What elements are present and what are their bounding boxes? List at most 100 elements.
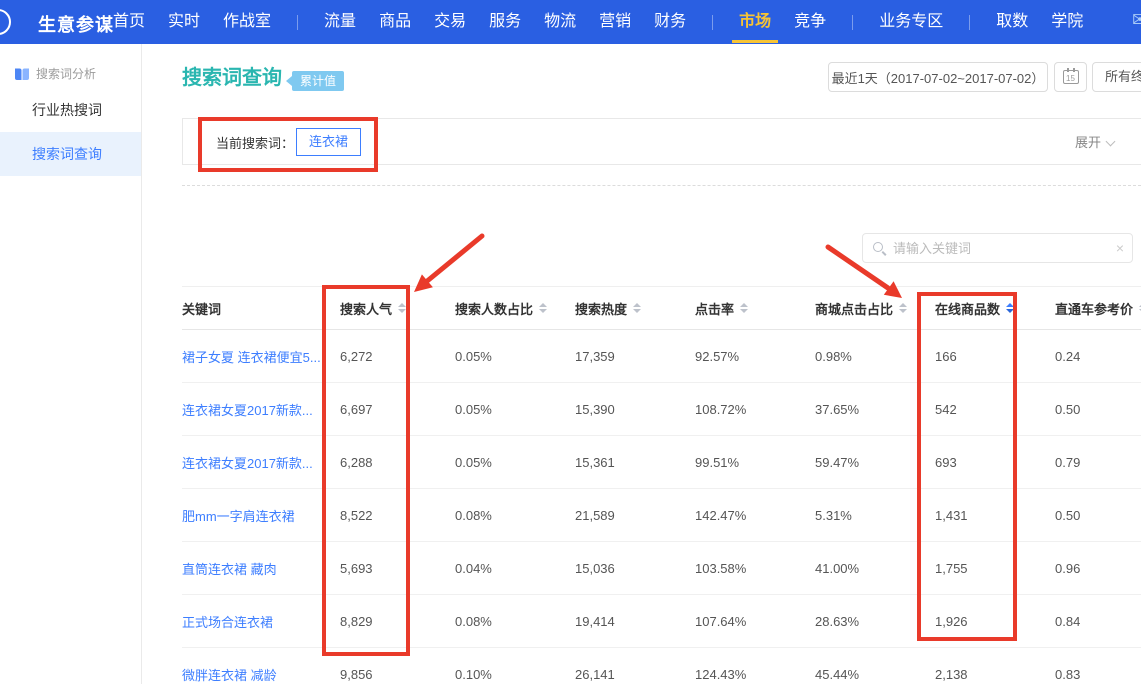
cell-online-products: 166 [935,349,1055,364]
terminal-selector[interactable]: 所有终端 [1092,62,1141,92]
nav-divider [712,15,713,30]
cell-online-products: 693 [935,455,1055,470]
sort-icon [633,303,641,313]
table-header-row: 关键词 搜索人气 搜索人数占比 搜索热度 点击率商城点击占比 在线商品数直通车参考价 [182,286,1141,330]
nav-item-product[interactable]: 商品 [379,0,411,44]
keyword-link[interactable]: 正式场合连衣裙 [182,612,340,631]
nav-divider [969,15,970,30]
search-input[interactable] [893,241,1116,256]
logo-circle-icon [0,9,11,35]
keyword-link[interactable]: 微胖连衣裙 减龄 [182,665,340,684]
keyword-tag[interactable]: 连衣裙 [296,128,361,156]
keyword-link[interactable]: 连衣裙女夏2017新款... [182,453,340,472]
nav-item-trade[interactable]: 交易 [434,0,466,44]
column-header-online-products[interactable]: 在线商品数 [935,299,1055,318]
cell-online-products: 2,138 [935,667,1055,682]
nav-item-academy[interactable]: 学院 [1051,0,1083,44]
current-keyword-panel: 当前搜索词： 连衣裙 [182,118,1141,165]
cell-ctr: 92.57% [695,349,815,364]
cell-search-heat: 15,390 [575,402,695,417]
keyword-link[interactable]: 肥mm一字肩连衣裙 [182,506,340,525]
sort-icon [398,303,406,313]
cell-searcher-ratio: 0.05% [455,402,575,417]
sidebar-section-label: 搜索词分析 [36,65,96,82]
report-book-icon [14,67,30,81]
cell-search-popularity: 6,697 [340,402,455,417]
keyword-link[interactable]: 连衣裙女夏2017新款... [182,400,340,419]
mail-icon[interactable]: ✉ [1132,9,1141,32]
cell-search-popularity: 8,829 [340,614,455,629]
current-keyword-label: 当前搜索词： [216,133,294,152]
table-row: 直筒连衣裙 藏肉5,6930.04%15,036103.58%41.00%1,7… [182,542,1141,595]
cell-search-heat: 21,589 [575,508,695,523]
sidebar-items: 行业热搜词搜索词查询 [0,88,141,176]
sidebar-item-search-word-query[interactable]: 搜索词查询 [0,132,141,176]
cell-online-products: 1,926 [935,614,1055,629]
clear-icon[interactable]: × [1116,240,1124,256]
nav-item-war-room[interactable]: 作战室 [223,0,271,44]
cell-ctr: 107.64% [695,614,815,629]
cell-search-heat: 26,141 [575,667,695,682]
search-terms-table: 关键词 搜索人气 搜索人数占比 搜索热度 点击率商城点击占比 在线商品数直通车参考价 裙子… [182,286,1141,684]
cell-searcher-ratio: 0.04% [455,561,575,576]
cell-mall-click-ratio: 45.44% [815,667,935,682]
cell-mall-click-ratio: 0.98% [815,349,935,364]
nav-item-home[interactable]: 首页 [113,0,145,44]
cell-search-popularity: 9,856 [340,667,455,682]
column-header-searcher-ratio[interactable]: 搜索人数占比 [455,299,575,318]
cell-searcher-ratio: 0.05% [455,455,575,470]
table-row: 裙子女夏 连衣裙便宜5...6,2720.05%17,35992.57%0.98… [182,330,1141,383]
cell-online-products: 542 [935,402,1055,417]
cell-search-popularity: 6,288 [340,455,455,470]
column-label: 搜索人气 [340,299,392,318]
cell-search-popularity: 8,522 [340,508,455,523]
table-row: 肥mm一字肩连衣裙8,5220.08%21,589142.47%5.31%1,4… [182,489,1141,542]
keyword-link[interactable]: 直筒连衣裙 藏肉 [182,559,340,578]
column-header-mall-click-ratio[interactable]: 商城点击占比 [815,299,935,318]
cell-searcher-ratio: 0.08% [455,614,575,629]
cell-search-heat: 15,036 [575,561,695,576]
dashed-separator [182,185,1141,186]
column-header-search-popularity[interactable]: 搜索人气 [340,299,455,318]
top-nav: 生意参谋 首页实时作战室 流量商品交易服务物流营销财务 市场竞争 业务专区 取数学院 ✉ [0,0,1141,44]
cell-online-products: 1,431 [935,508,1055,523]
nav-item-marketing[interactable]: 营销 [599,0,631,44]
calendar-button[interactable]: 15 [1054,62,1087,92]
column-header-ctr[interactable]: 点击率 [695,299,815,318]
sort-icon [899,303,907,313]
nav-item-service[interactable]: 服务 [489,0,521,44]
sidebar-section-search-analysis: 搜索词分析 [14,65,141,82]
cell-searcher-ratio: 0.10% [455,667,575,682]
sidebar-item-industry-hot-words[interactable]: 行业热搜词 [0,88,141,132]
nav-item-market[interactable]: 市场 [739,0,771,44]
nav-item-traffic[interactable]: 流量 [324,0,356,44]
column-header-ztc-ref-price[interactable]: 直通车参考价 [1055,299,1141,318]
nav-divider [852,15,853,30]
keyword-link[interactable]: 裙子女夏 连衣裙便宜5... [182,347,340,366]
column-label: 商城点击占比 [815,299,893,318]
column-label: 搜索人数占比 [455,299,533,318]
column-label: 搜索热度 [575,299,627,318]
nav-item-realtime[interactable]: 实时 [168,0,200,44]
cell-searcher-ratio: 0.08% [455,508,575,523]
column-label: 关键词 [182,299,221,318]
nav-item-finance[interactable]: 财务 [654,0,686,44]
cell-ctr: 124.43% [695,667,815,682]
table-row: 连衣裙女夏2017新款...6,6970.05%15,390108.72%37.… [182,383,1141,436]
sort-icon [740,303,748,313]
cell-search-popularity: 6,272 [340,349,455,364]
nav-item-data-extract[interactable]: 取数 [996,0,1028,44]
expand-link[interactable]: 展开 [1075,132,1114,151]
nav-item-competition[interactable]: 竞争 [794,0,826,44]
nav-item-business-zone[interactable]: 业务专区 [879,0,943,44]
date-range-selector[interactable]: 最近1天（2017-07-02~2017-07-02） [828,62,1048,92]
nav-item-logistics[interactable]: 物流 [544,0,576,44]
keyword-search-box: × [862,233,1133,263]
cell-search-heat: 17,359 [575,349,695,364]
app-logo-text: 生意参谋 [38,11,114,37]
column-header-search-heat[interactable]: 搜索热度 [575,299,695,318]
page-title: 搜索词查询 [182,61,282,90]
search-icon [873,242,886,255]
cell-ztc-ref-price: 0.79 [1055,455,1141,470]
cell-ztc-ref-price: 0.24 [1055,349,1141,364]
